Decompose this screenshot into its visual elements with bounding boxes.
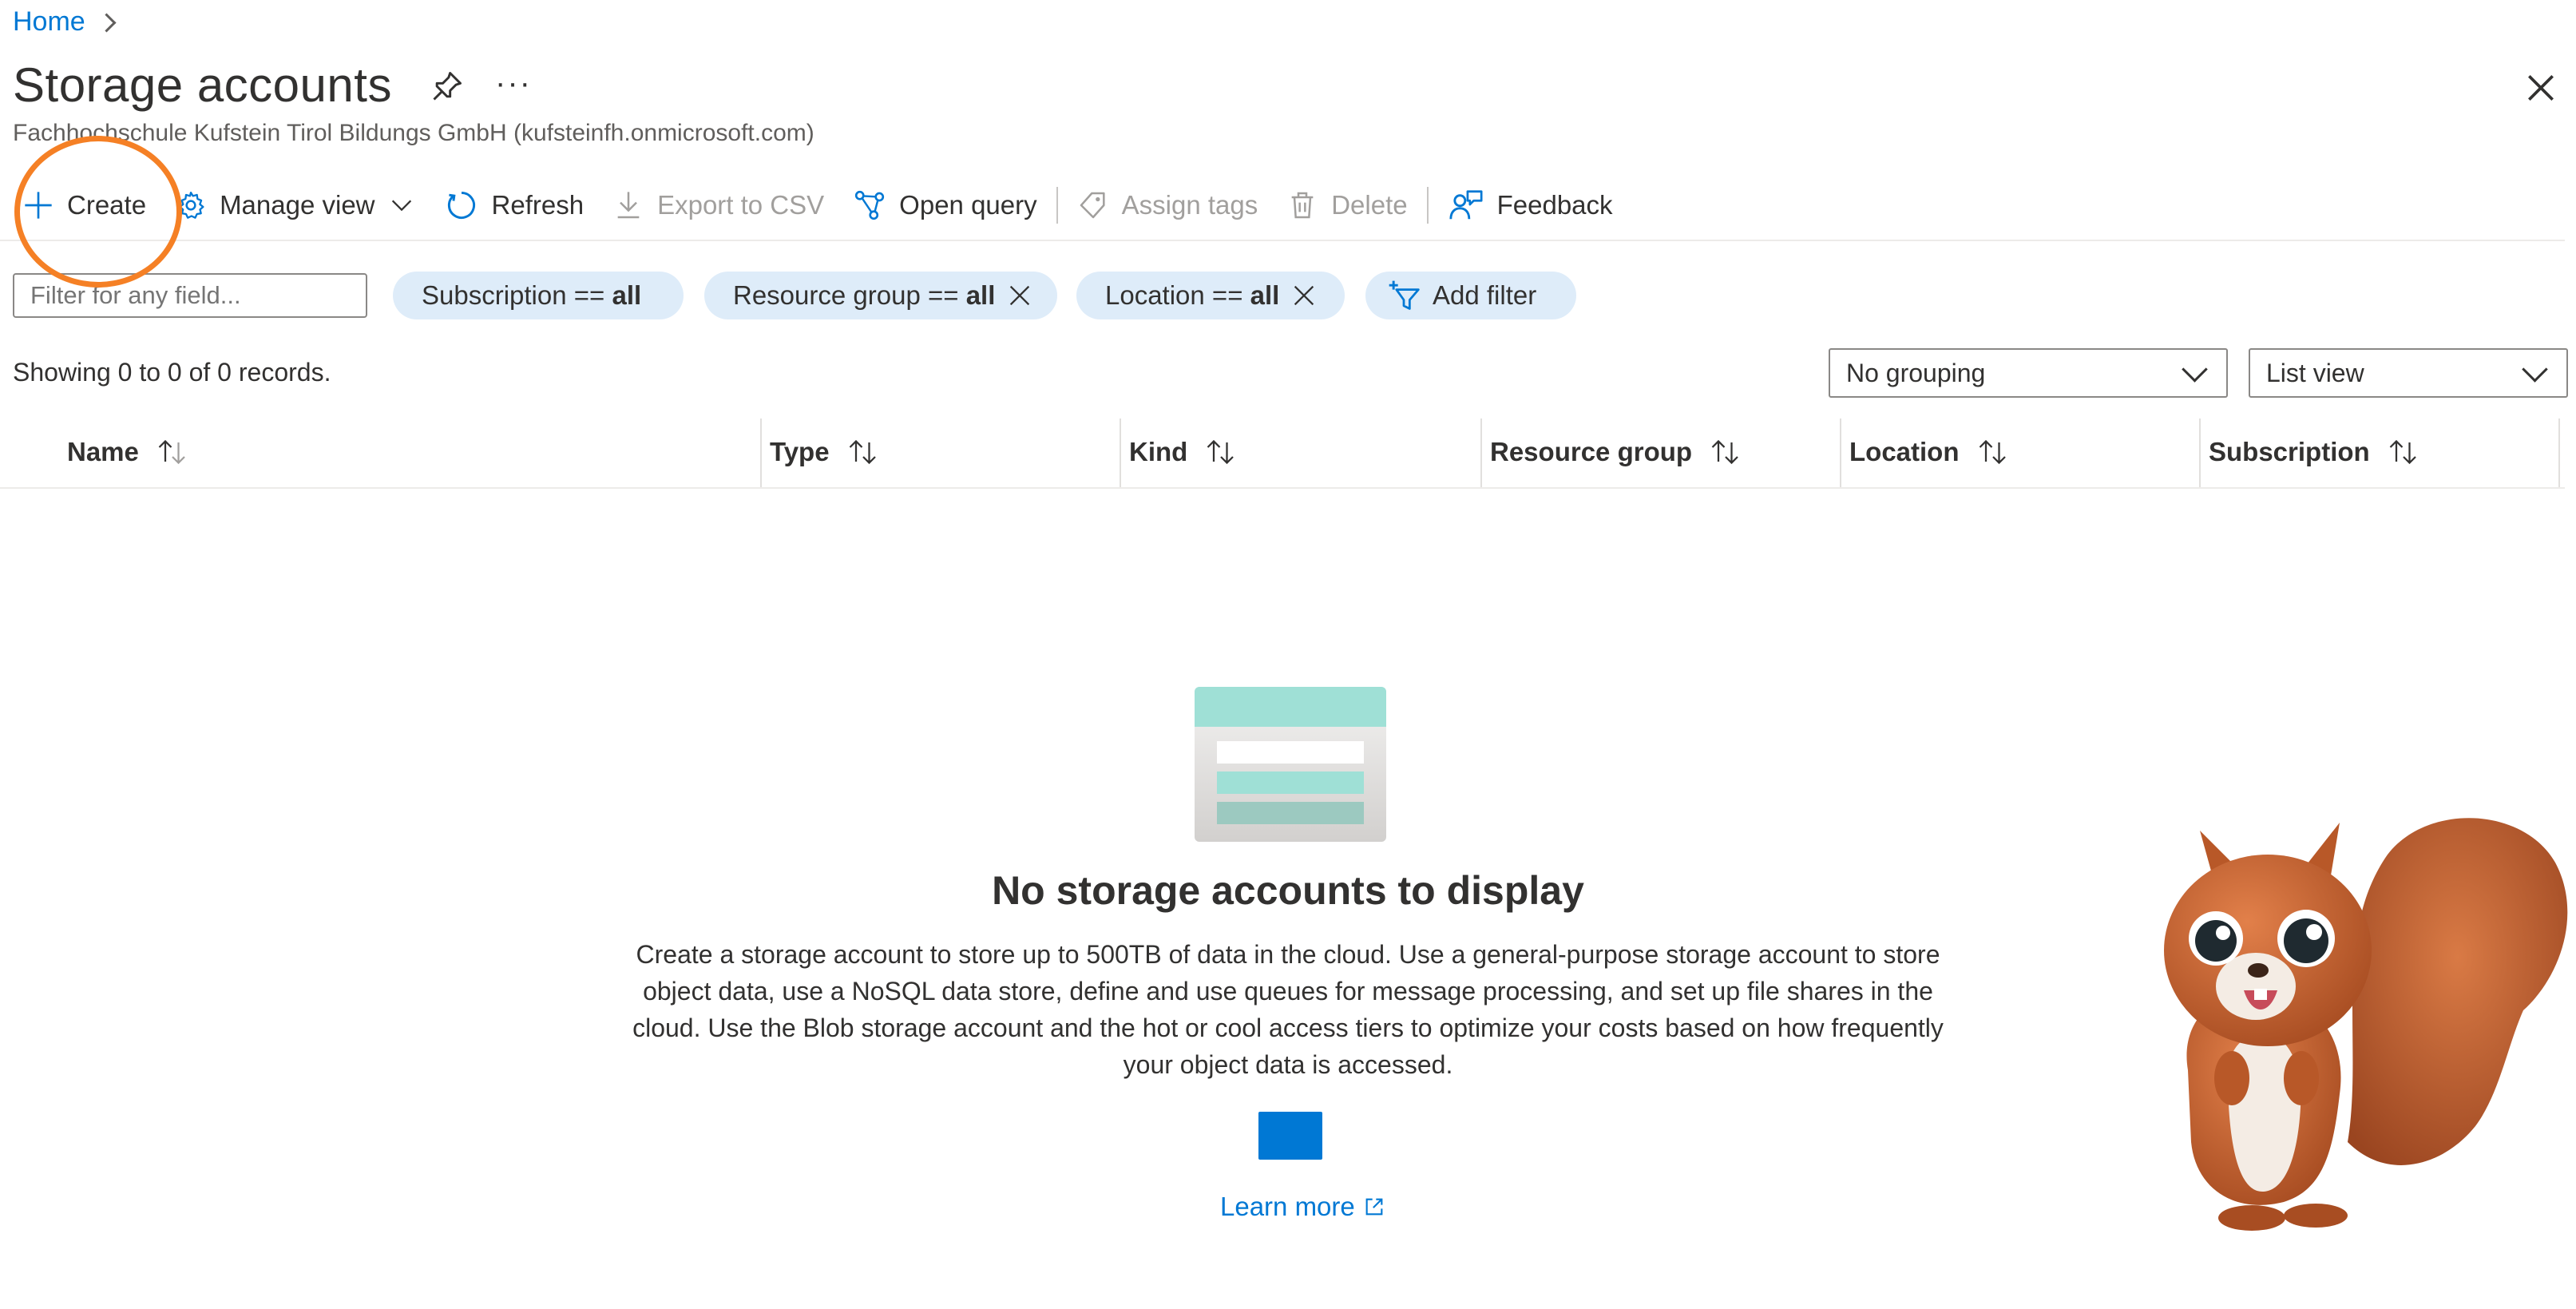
resource-group-filter-pill[interactable]: Resource group == all <box>704 272 1057 319</box>
breadcrumb: Home <box>13 6 117 38</box>
chevron-down-icon <box>2522 355 2548 383</box>
column-label: Subscription <box>2209 437 2370 466</box>
more-options-button[interactable]: ··· <box>495 65 532 101</box>
delete-button[interactable]: Delete <box>1272 179 1421 232</box>
dismiss-icon[interactable] <box>1290 282 1318 309</box>
location-filter-text: Location == all <box>1105 280 1280 310</box>
toolbar-divider-line <box>0 240 2565 241</box>
location-filter-pill[interactable]: Location == all <box>1076 272 1345 319</box>
learn-more-label: Learn more <box>1220 1192 1355 1221</box>
column-label: Resource group <box>1490 437 1693 466</box>
empty-state-description: Create a storage account to store up to … <box>632 940 1944 1079</box>
external-link-icon <box>1365 1198 1383 1216</box>
refresh-label: Refresh <box>491 190 585 220</box>
close-icon[interactable] <box>2523 70 2558 105</box>
open-query-button[interactable]: Open query <box>838 179 1051 232</box>
view-dropdown[interactable]: List view <box>2249 348 2568 398</box>
resource-group-filter-text: Resource group == all <box>733 280 996 310</box>
toolbar-divider <box>1056 187 1058 224</box>
column-header-kind[interactable]: Kind <box>1129 415 1238 489</box>
learn-more-link[interactable]: Learn more <box>1220 1192 1385 1222</box>
refresh-button[interactable]: Refresh <box>430 179 599 232</box>
tag-icon <box>1080 192 1105 219</box>
column-header-location[interactable]: Location <box>1849 415 2011 489</box>
chevron-down-icon <box>2182 355 2208 383</box>
grouping-dropdown[interactable]: No grouping <box>1829 348 2228 398</box>
subscription-filter-pill[interactable]: Subscription == all <box>393 272 684 319</box>
column-divider[interactable] <box>1840 418 1841 487</box>
breadcrumb-home-link[interactable]: Home <box>13 6 85 38</box>
sort-icon <box>2389 439 2416 465</box>
refresh-icon <box>447 191 475 220</box>
chevron-right-icon <box>97 13 117 33</box>
assign-tags-label: Assign tags <box>1121 190 1258 220</box>
records-count: Showing 0 to 0 of 0 records. <box>13 358 331 387</box>
column-label: Location <box>1849 437 1960 466</box>
column-divider[interactable] <box>2199 418 2201 487</box>
page-title: Storage accounts <box>13 58 392 112</box>
column-divider[interactable] <box>1120 418 1121 487</box>
export-csv-label: Export to CSV <box>657 190 825 220</box>
storage-illustration <box>1195 687 1386 842</box>
view-selected: List view <box>2266 358 2364 387</box>
column-header-name[interactable]: Name <box>67 415 190 489</box>
chevron-down-icon <box>391 200 411 212</box>
grouping-selected: No grouping <box>1846 358 1986 387</box>
sort-icon <box>158 439 185 465</box>
column-header-type[interactable]: Type <box>770 415 881 489</box>
feedback-button[interactable]: Feedback <box>1433 179 1627 232</box>
column-divider[interactable] <box>1480 418 1482 487</box>
column-label: Kind <box>1129 437 1188 466</box>
open-query-label: Open query <box>899 190 1037 220</box>
subscription-filter-text: Subscription == all <box>422 280 642 310</box>
manage-view-label: Manage view <box>220 190 375 220</box>
add-filter-icon <box>1389 280 1420 310</box>
manage-view-button[interactable]: Manage view <box>161 179 429 232</box>
dismiss-icon[interactable] <box>1006 282 1033 309</box>
download-icon <box>617 192 640 219</box>
column-divider[interactable] <box>760 418 762 487</box>
export-csv-button[interactable]: Export to CSV <box>598 179 838 232</box>
sort-icon <box>1979 439 2006 465</box>
table-header: Name Type Kind Resource group Location S… <box>0 415 2565 489</box>
trash-icon <box>1291 192 1314 219</box>
column-label: Name <box>67 437 139 466</box>
sort-icon <box>1711 439 1738 465</box>
empty-state-create-button[interactable] <box>1258 1112 1322 1160</box>
add-filter-label: Add filter <box>1433 280 1537 310</box>
highlight-circle-annotation <box>14 136 182 288</box>
sort-icon <box>849 439 876 465</box>
query-icon <box>855 190 885 220</box>
column-header-subscription[interactable]: Subscription <box>2209 415 2421 489</box>
add-filter-button[interactable]: Add filter <box>1365 272 1576 319</box>
sort-icon <box>1207 439 1234 465</box>
pin-icon[interactable] <box>430 69 465 104</box>
column-divider[interactable] <box>2558 418 2560 487</box>
squirrel-mascot <box>2164 818 2568 1231</box>
toolbar-divider <box>1426 187 1429 224</box>
column-header-resource-group[interactable]: Resource group <box>1490 415 1743 489</box>
command-bar: Create Manage view Refresh Export to CSV… <box>8 179 1627 232</box>
column-label: Type <box>770 437 830 466</box>
delete-label: Delete <box>1331 190 1408 220</box>
feedback-label: Feedback <box>1496 190 1613 220</box>
assign-tags-button[interactable]: Assign tags <box>1063 179 1273 232</box>
feedback-icon <box>1449 190 1483 220</box>
